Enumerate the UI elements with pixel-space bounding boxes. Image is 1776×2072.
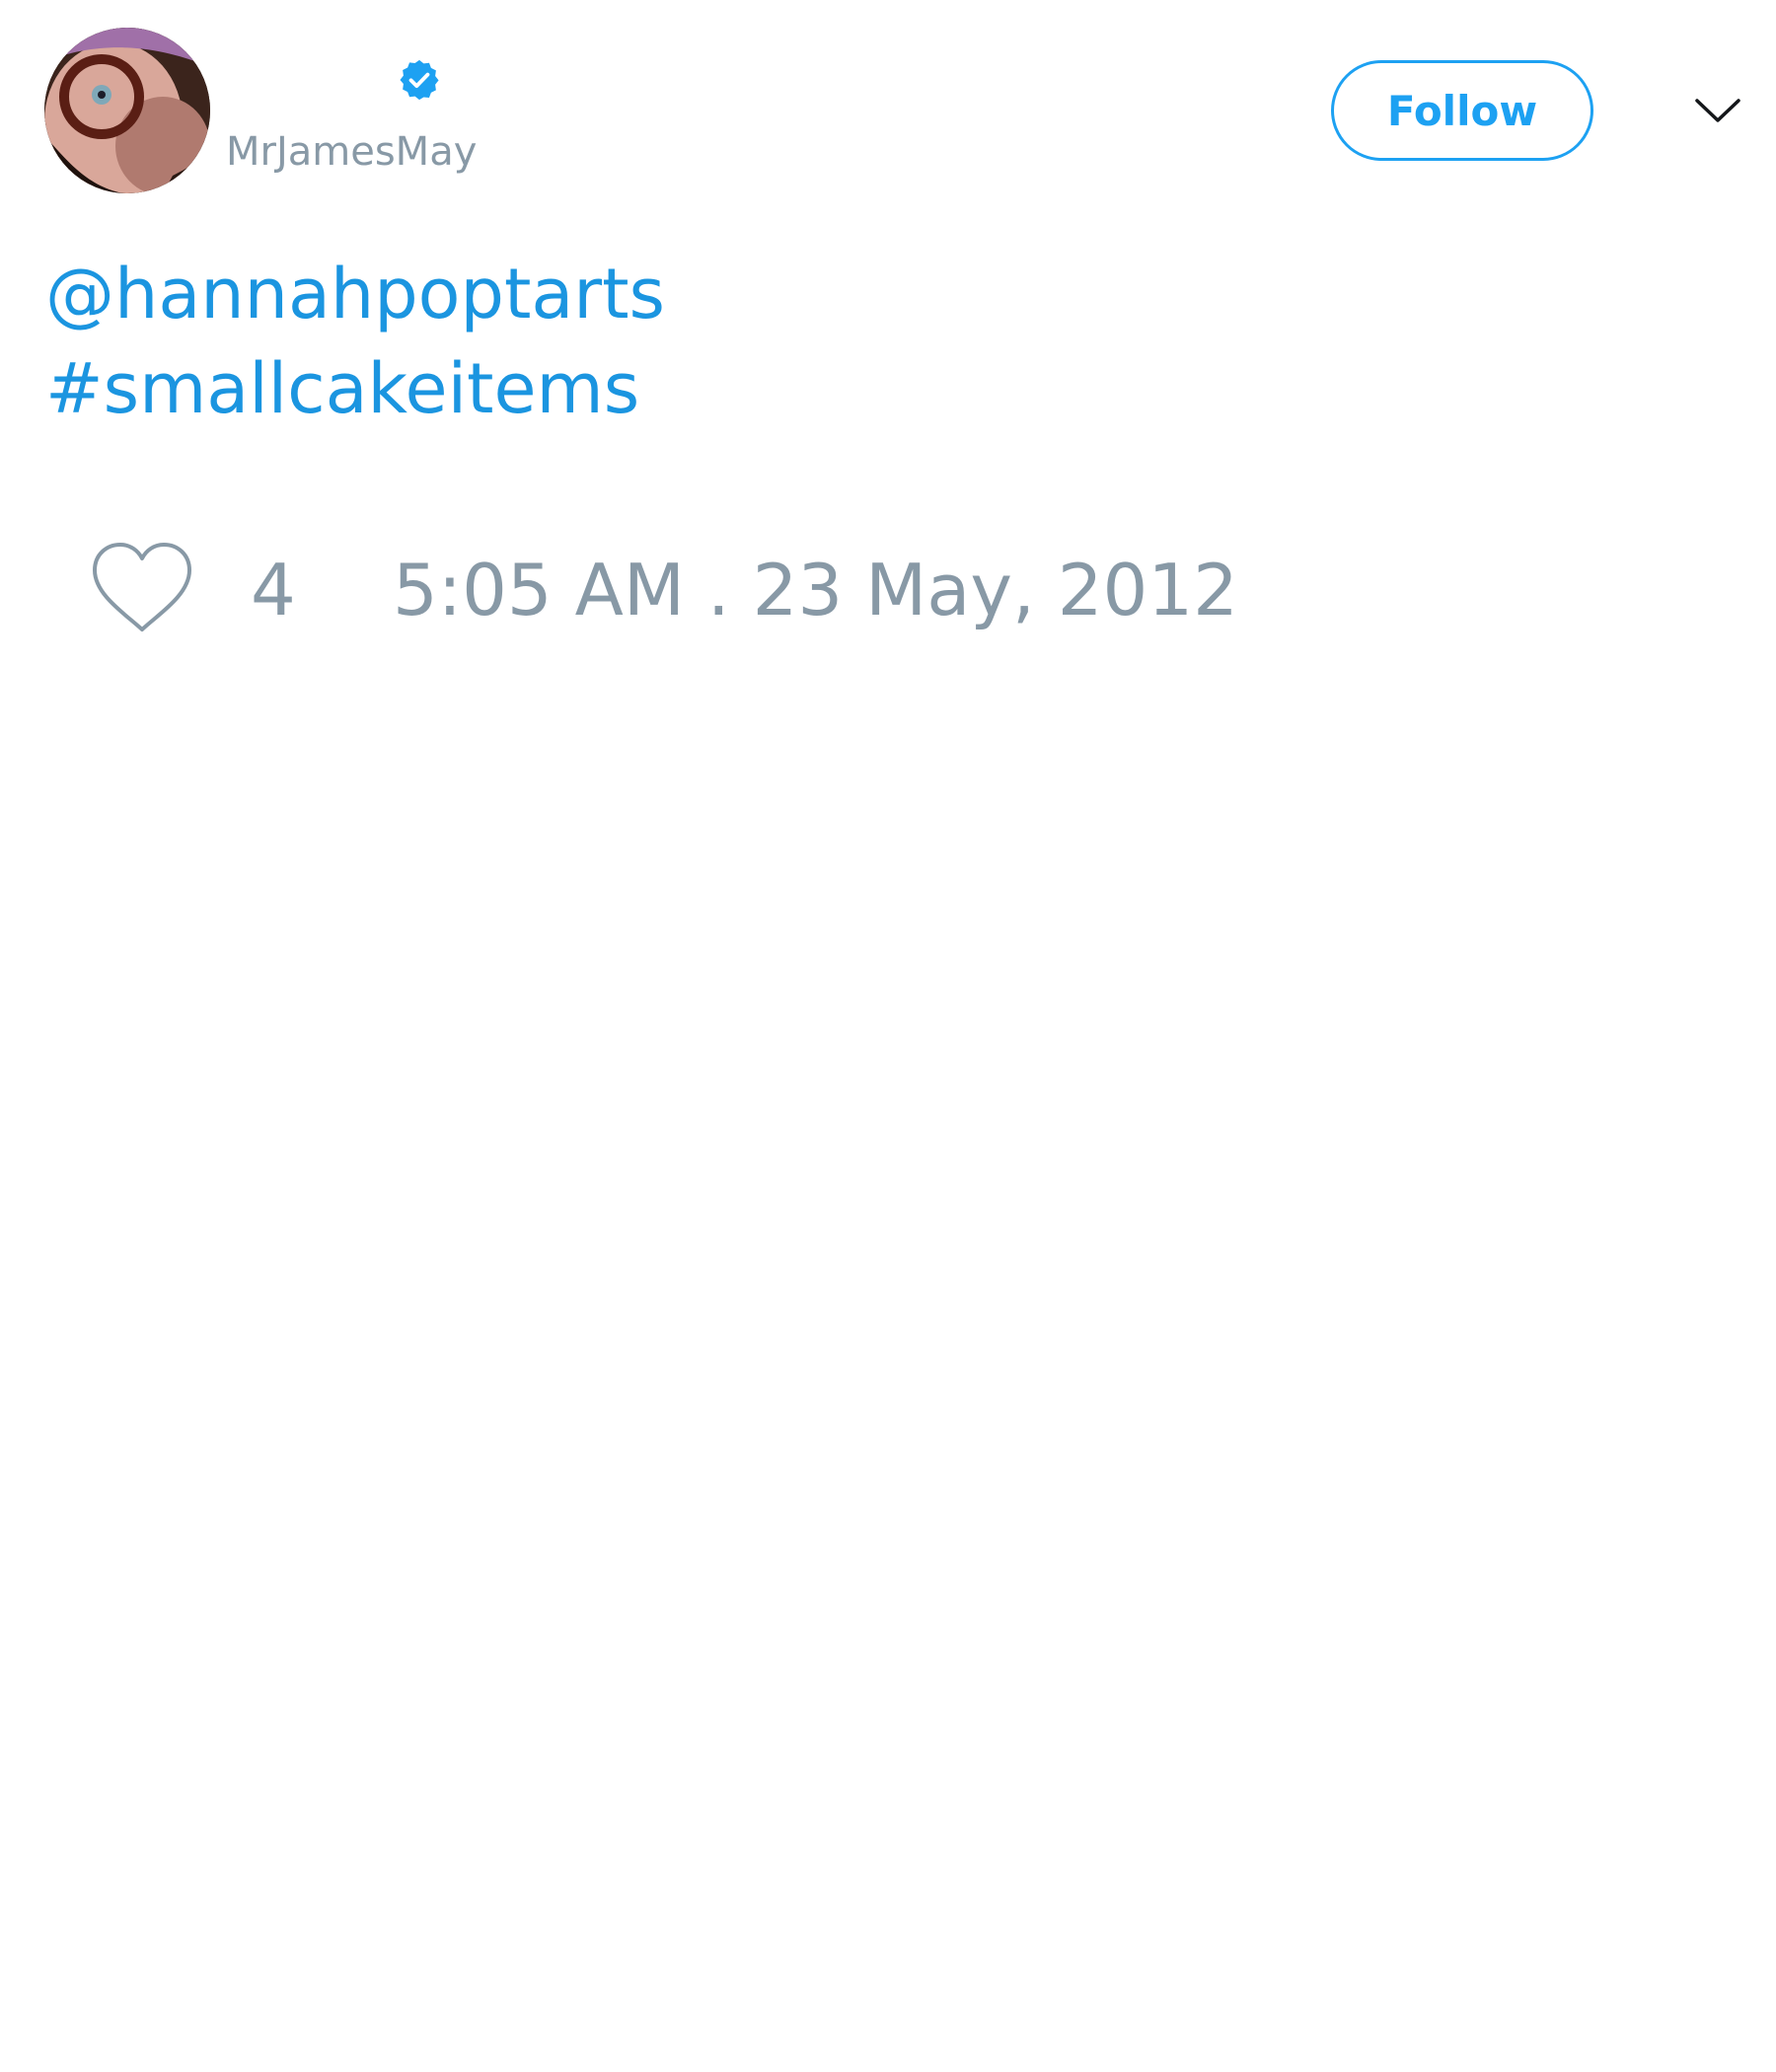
like-count: 4 <box>251 549 296 631</box>
chevron-down-icon[interactable] <box>1693 91 1742 130</box>
hashtag-link[interactable]: #smallcakeitems <box>45 341 1723 436</box>
verified-badge-icon <box>400 59 439 101</box>
avatar-photo <box>44 28 210 193</box>
follow-button[interactable]: Follow <box>1331 60 1593 161</box>
mention-link[interactable]: @hannahpoptarts <box>45 247 1723 341</box>
author-handle[interactable]: MrJamesMay <box>226 126 477 178</box>
tweet-timestamp[interactable]: 5:05 AM . 23 May, 2012 <box>393 549 1238 631</box>
avatar[interactable] <box>44 28 210 193</box>
tweet-text: @hannahpoptarts #smallcakeitems <box>45 247 1723 436</box>
heart-icon[interactable] <box>89 541 195 635</box>
